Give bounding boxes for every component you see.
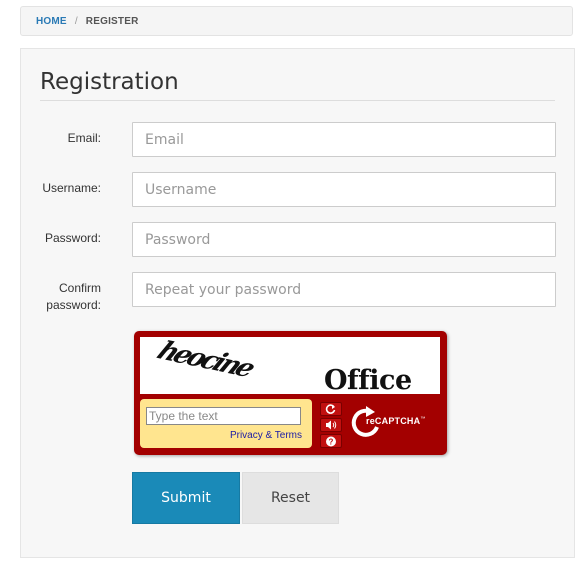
password-label: Password: xyxy=(44,231,101,245)
email-label: Email: xyxy=(67,131,101,145)
refresh-icon xyxy=(325,404,336,414)
breadcrumb: HOME / REGISTER xyxy=(20,6,573,36)
recaptcha-brand-prefix: re xyxy=(366,416,375,426)
recaptcha-brand-name: CAPTCHA xyxy=(374,416,421,426)
captcha-audio-button[interactable] xyxy=(320,418,342,432)
confirm-password-field[interactable] xyxy=(132,272,556,307)
confirm-password-label-line1: Confirm xyxy=(58,281,101,295)
captcha-input[interactable] xyxy=(146,407,301,425)
privacy-terms-link[interactable]: Privacy & Terms xyxy=(230,430,302,441)
registration-panel: Registration Email: Username: Password: … xyxy=(20,48,575,558)
title-divider xyxy=(40,100,555,101)
confirm-password-label-line2: password: xyxy=(46,298,101,312)
password-field[interactable] xyxy=(132,222,556,257)
help-icon: ? xyxy=(326,436,336,446)
captcha-word2: Office xyxy=(324,365,412,396)
svg-text:?: ? xyxy=(329,437,334,446)
username-field[interactable] xyxy=(132,172,556,207)
captcha-word1: heocine xyxy=(152,337,261,383)
recaptcha-brand: reCAPTCHA™ xyxy=(366,416,426,426)
username-label: Username: xyxy=(42,181,101,195)
captcha-response-area: Privacy & Terms xyxy=(140,399,312,448)
captcha-help-button[interactable]: ? xyxy=(320,434,342,448)
email-field[interactable] xyxy=(132,122,556,157)
page-title: Registration xyxy=(40,69,179,95)
reset-button[interactable]: Reset xyxy=(242,472,339,524)
recaptcha-widget: heocine Office Privacy & Terms ? xyxy=(134,331,447,455)
recaptcha-trademark: ™ xyxy=(420,416,426,422)
confirm-password-label: Confirm password: xyxy=(46,280,101,314)
captcha-image: heocine Office xyxy=(140,336,440,396)
breadcrumb-current: REGISTER xyxy=(85,15,139,27)
breadcrumb-separator: / xyxy=(74,15,78,27)
captcha-refresh-button[interactable] xyxy=(320,402,342,416)
submit-button[interactable]: Submit xyxy=(132,472,240,524)
audio-icon xyxy=(326,420,337,430)
breadcrumb-home-link[interactable]: HOME xyxy=(36,16,67,27)
